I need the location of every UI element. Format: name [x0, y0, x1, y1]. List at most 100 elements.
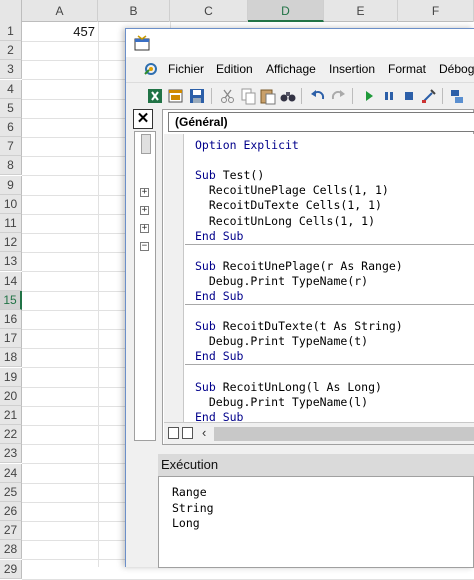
cut-icon[interactable] [219, 87, 237, 105]
row-header[interactable]: 22 [0, 425, 22, 445]
full-module-view-button[interactable] [182, 427, 193, 439]
tree-scroll-thumb[interactable] [141, 134, 151, 154]
insert-module-icon[interactable] [167, 87, 185, 105]
code-keyword: Sub [195, 258, 223, 273]
standard-toolbar [126, 82, 474, 108]
code-text: RecoitDuTexte Cells(1, 1) [195, 198, 382, 213]
menu-edition[interactable]: Edition [216, 57, 253, 81]
procedure-view-button[interactable] [168, 427, 179, 439]
code-margin[interactable] [164, 134, 184, 422]
immediate-output-line: Range [172, 485, 207, 499]
row-header[interactable]: 28 [0, 540, 22, 560]
row-header[interactable]: 20 [0, 386, 22, 406]
excel-icon[interactable] [146, 87, 164, 105]
row-header[interactable]: 29 [0, 559, 22, 579]
row-header[interactable]: 24 [0, 463, 22, 483]
vbe-title-bar[interactable] [126, 29, 474, 57]
row-header[interactable]: 3 [0, 60, 22, 80]
row-header[interactable]: 15 [0, 290, 22, 310]
column-header-c[interactable]: C [170, 0, 248, 22]
project-tree[interactable]: + + + − [134, 131, 156, 441]
stop-icon[interactable] [400, 87, 418, 105]
code-line[interactable]: RecoitDuTexte Cells(1, 1) [195, 198, 382, 213]
procedure-combo[interactable]: (Général) [168, 112, 474, 132]
code-line[interactable]: End Sub [195, 229, 243, 244]
undo-icon[interactable] [309, 87, 327, 105]
procedure-separator [185, 304, 474, 305]
code-line[interactable]: Debug.Print TypeName(t) [195, 334, 368, 349]
code-line[interactable]: Sub RecoitDuTexte(t As String) [195, 319, 403, 334]
row-header[interactable]: 2 [0, 41, 22, 61]
project-explorer-icon[interactable] [448, 87, 466, 105]
redo-icon[interactable] [329, 87, 347, 105]
code-line[interactable]: RecoitUnePlage Cells(1, 1) [195, 183, 389, 198]
row-header[interactable]: 5 [0, 98, 22, 118]
run-icon[interactable] [360, 87, 378, 105]
row-header[interactable]: 17 [0, 329, 22, 349]
code-text: RecoitDuTexte(t As String) [222, 319, 403, 334]
tree-expand-node[interactable]: + [140, 206, 149, 215]
code-line[interactable]: Sub RecoitUnLong(l As Long) [195, 380, 382, 395]
code-line[interactable]: End Sub [195, 349, 243, 364]
menu-format[interactable]: Format [388, 57, 426, 81]
tree-expand-node[interactable]: + [140, 224, 149, 233]
menu-insertion[interactable]: Insertion [329, 57, 375, 81]
find-icon[interactable] [279, 87, 297, 105]
close-pane-button[interactable]: ✕ [133, 109, 153, 129]
row-header[interactable]: 11 [0, 214, 22, 233]
menu-fichier[interactable]: Fichier [168, 57, 204, 81]
scroll-left-icon[interactable]: ‹ [202, 425, 206, 440]
column-header-e[interactable]: E [324, 0, 398, 22]
row-header[interactable]: 10 [0, 194, 22, 214]
row-header[interactable]: 12 [0, 233, 22, 253]
menu-debogage[interactable]: Débog [439, 57, 474, 81]
code-line[interactable]: Option Explicit [195, 138, 299, 153]
row-header[interactable]: 14 [0, 271, 22, 291]
row-header[interactable]: 23 [0, 444, 22, 464]
code-line[interactable]: RecoitUnLong Cells(1, 1) [195, 214, 375, 229]
immediate-window-title: Exécution [158, 454, 474, 476]
row-header[interactable]: 7 [0, 137, 22, 157]
code-keyword: End Sub [195, 349, 244, 364]
row-header[interactable]: 9 [0, 175, 22, 195]
row-header[interactable]: 13 [0, 252, 22, 272]
row-header[interactable]: 19 [0, 367, 22, 387]
tree-collapse-node[interactable]: − [140, 242, 149, 251]
column-header-d[interactable]: D [248, 0, 324, 22]
code-line[interactable]: Sub Test() [195, 168, 264, 183]
row-header[interactable]: 4 [0, 79, 22, 99]
row-header[interactable]: 8 [0, 156, 22, 176]
row-header[interactable]: 16 [0, 310, 22, 329]
column-header-a[interactable]: A [22, 0, 98, 22]
code-line[interactable]: Sub RecoitUnePlage(r As Range) [195, 259, 403, 274]
code-line[interactable]: End Sub [195, 289, 243, 304]
code-line[interactable]: Debug.Print TypeName(r) [195, 274, 368, 289]
scroll-thumb[interactable] [214, 427, 474, 441]
menu-affichage[interactable]: Affichage [266, 57, 316, 81]
design-mode-icon[interactable] [420, 87, 438, 105]
row-header[interactable]: 27 [0, 521, 22, 541]
code-line[interactable]: Debug.Print TypeName(l) [195, 395, 368, 410]
row-header[interactable]: 6 [0, 118, 22, 137]
column-header-f[interactable]: F [398, 0, 474, 22]
code-text: Debug.Print TypeName(l) [195, 394, 369, 409]
tree-expand-node[interactable]: + [140, 188, 149, 197]
save-icon[interactable] [188, 87, 206, 105]
code-editor[interactable]: Option Explicit Sub Test() RecoitUnePlage… [185, 134, 474, 424]
immediate-window[interactable]: Range String Long [158, 476, 474, 568]
paste-icon[interactable] [259, 87, 277, 105]
select-all-corner[interactable] [0, 0, 22, 22]
column-header-b[interactable]: B [98, 0, 170, 22]
cell-a1[interactable]: 457 [24, 24, 95, 39]
pause-icon[interactable] [380, 87, 398, 105]
horizontal-scrollbar[interactable]: ‹ [164, 422, 474, 444]
row-header[interactable]: 26 [0, 502, 22, 521]
row-header[interactable]: 1 [0, 22, 22, 41]
code-text: Debug.Print TypeName(r) [195, 273, 369, 288]
row-header[interactable]: 18 [0, 348, 22, 368]
row-header[interactable]: 25 [0, 482, 22, 502]
row-header[interactable]: 21 [0, 406, 22, 425]
code-text: RecoitUnLong(l As Long) [222, 379, 382, 394]
vba-project-icon [144, 63, 157, 75]
copy-icon[interactable] [239, 87, 257, 105]
